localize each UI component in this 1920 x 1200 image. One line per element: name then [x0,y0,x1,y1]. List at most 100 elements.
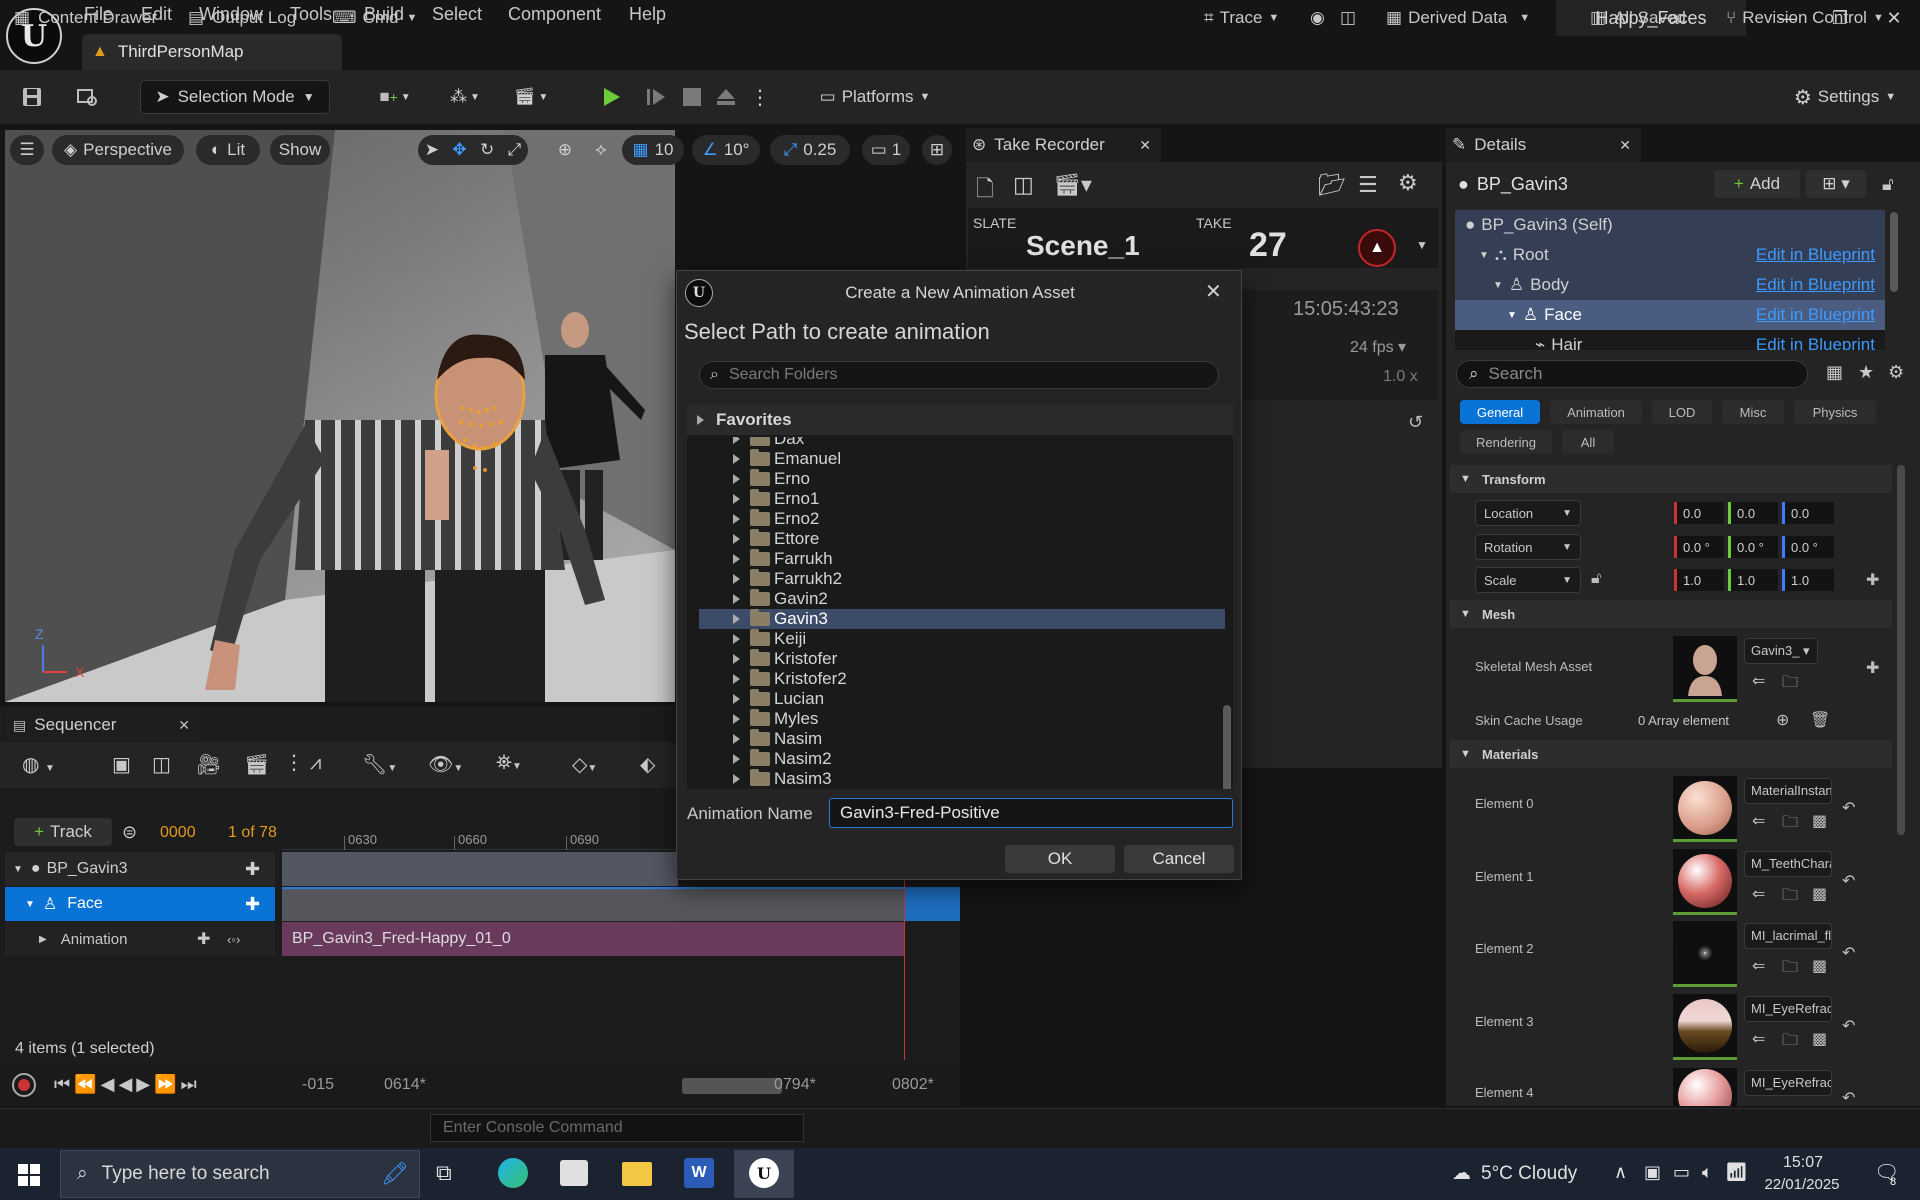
tree-row-body[interactable]: ▼ ♙ Body Edit in Blueprint [1455,270,1885,300]
folder-scrollbar[interactable] [1223,705,1231,789]
material-thumbnail[interactable] [1673,994,1737,1060]
filter-icon[interactable]: ⊜ [122,822,137,843]
reset-arrow-icon[interactable]: ↶ [1842,1088,1855,1108]
menu-component[interactable]: Component [508,4,601,25]
favorites-row[interactable]: Favorites [687,405,1233,435]
save-icon[interactable]: ▣ [112,752,131,777]
filter-lod[interactable]: LOD [1652,400,1712,424]
browse-asset-icon[interactable]: 🗀︎ [1782,671,1798,698]
folder-item[interactable]: Kristofer2 [699,669,1225,689]
folder-item[interactable]: Myles [699,709,1225,729]
add-key-plus-icon[interactable]: ✚ [197,929,210,949]
close-icon[interactable]: ✕ [178,717,190,734]
revision-control-dropdown[interactable]: ⑂ Revision Control ▼ [1726,8,1884,28]
camera-speed-button[interactable]: ▭ 1 [862,135,910,165]
sequencer-tab[interactable]: ▤ Sequencer ✕ [5,708,200,742]
materials-section-header[interactable]: ▼ Materials [1450,740,1892,768]
rotation-x[interactable]: 0.0 ° [1674,536,1724,558]
output-log-button[interactable]: ▤ Output Log [188,8,296,28]
level-viewport[interactable]: Z X [5,130,675,702]
blueprint-icon[interactable]: ⁂ ▼ [440,80,490,114]
folder-item[interactable]: Farrukh2 [699,569,1225,589]
play-icon[interactable] [596,80,626,114]
clapper-dropdown-icon[interactable]: 🎬︎▾ [1053,172,1092,198]
tree-row-hair[interactable]: ⌁ Hair Edit in Blueprint [1455,330,1885,350]
scale-lock-icon[interactable]: 🔓︎ [1591,570,1601,588]
find-in-content-icon[interactable]: ◫ [152,752,171,777]
close-icon[interactable]: ✕ [1205,279,1222,304]
location-z[interactable]: 0.0 [1782,502,1834,524]
add-key-icon[interactable]: ✚ [1866,658,1879,678]
windows-start-icon[interactable] [18,1164,40,1186]
folder-item-selected[interactable]: Gavin3 [699,609,1225,629]
transform-section-header[interactable]: ▼ Transform [1450,465,1892,493]
timeline-scrollbar[interactable] [682,1078,782,1094]
folder-item[interactable]: Dax [699,437,1225,449]
browse-asset-icon[interactable]: 🗀︎ [1782,884,1798,911]
browse-asset-icon[interactable]: 🗀︎ [1782,956,1798,983]
trash-icon[interactable]: 🗑︎ [1810,710,1830,730]
reset-arrow-icon[interactable]: ↶ [1842,871,1855,891]
location-x[interactable]: 0.0 [1674,502,1724,524]
eye-dropdown-icon[interactable]: 👁︎▼ [428,752,463,777]
filter-general[interactable]: General [1460,400,1540,424]
key-nav-icon[interactable]: ‹◦› [227,932,240,947]
current-frame[interactable]: 0000 [160,824,196,842]
folder-item[interactable]: Nasim3 [699,769,1225,789]
folder-search-input[interactable]: ⌕ Search Folders [699,361,1219,389]
folder-item[interactable]: Erno [699,469,1225,489]
close-icon[interactable]: ✕ [1139,137,1151,154]
use-selected-icon[interactable]: ⇐ [1752,1029,1765,1049]
more-options-icon[interactable]: ⋮ [750,80,770,114]
scale-dropdown[interactable]: Scale ▼ [1475,567,1581,593]
add-key-icon[interactable]: ✚ [1866,570,1879,590]
console-input[interactable]: Enter Console Command [430,1114,804,1142]
folder-item[interactable]: Nasim2 [699,749,1225,769]
close-icon[interactable]: ✕ [1884,8,1904,28]
lock-icon[interactable]: 🔓︎ [1882,174,1894,195]
snap-dropdown-icon[interactable]: ⛯▼ [496,752,522,775]
platforms-dropdown[interactable]: ▭ Platforms ▼ [810,80,940,114]
material-thumbnail[interactable] [1673,1068,1737,1106]
slate-value[interactable]: Scene_1 [1026,230,1140,262]
globe-icon[interactable]: ⊕ [552,135,578,165]
take-recorder-tab[interactable]: ⊛ Take Recorder ✕ [966,128,1161,162]
folder-item[interactable]: Keiji [699,629,1225,649]
tree-row-root[interactable]: ▼ ⛬ Root Edit in Blueprint [1455,240,1885,270]
checker-icon[interactable]: ▩ [1812,956,1827,976]
edge-icon[interactable] [498,1158,528,1188]
rotate-icon[interactable]: ↻ [480,140,494,160]
camera-capture-icon[interactable]: ◫ [1340,8,1356,28]
reset-arrow-icon[interactable]: ↶ [1842,1016,1855,1036]
material-thumbnail[interactable] [1673,921,1737,987]
wrench-dropdown-icon[interactable]: 🔧︎▼ [362,752,397,777]
add-track-plus-icon[interactable]: ✚ [245,894,260,915]
key-dropdown-icon[interactable]: ◇▼ [572,752,597,777]
filter-animation[interactable]: Animation [1550,400,1642,424]
step-icon[interactable] [641,80,671,114]
rotation-dropdown[interactable]: Rotation ▼ [1475,534,1581,560]
add-actor-icon[interactable]: ■ + ▼ [370,80,420,114]
transform-tools[interactable]: ➤ ✥ ↻ ⤢ [418,135,528,165]
filter-physics[interactable]: Physics [1794,400,1876,424]
folder-item[interactable]: Nasim [699,729,1225,749]
use-selected-icon[interactable]: ⇐ [1752,956,1765,976]
folder-item[interactable]: Farrukh [699,549,1225,569]
track-row-face[interactable]: ▼ ♙ Face ✚ [5,887,275,921]
taskbar-search[interactable]: ⌕ Type here to search 🖍︎ [60,1150,420,1198]
filter-rendering[interactable]: Rendering [1460,430,1552,454]
playhead-frame[interactable]: 0614* [384,1076,426,1094]
reset-icon[interactable]: ↺ [1408,412,1423,433]
curve-icon[interactable]: ⩘ [310,752,321,775]
fps-dropdown[interactable]: 24 fps ▾ [1350,337,1406,357]
trace-dropdown[interactable]: ⌗ Trace ▼ [1204,8,1279,28]
cancel-button[interactable]: Cancel [1124,845,1234,873]
filter-misc[interactable]: Misc [1722,400,1784,424]
chevron-down-icon[interactable]: ▼ [1416,238,1428,252]
material-dropdown[interactable]: M_TeethChara [1744,851,1832,877]
settings-gear-icon[interactable]: ⚙ [1888,362,1904,383]
world-dropdown-icon[interactable]: ◍ ▼ [22,752,55,777]
browse-icon[interactable] [72,80,104,114]
face-track-bar[interactable] [282,887,905,921]
scale-icon[interactable]: ⤢ [508,140,522,160]
